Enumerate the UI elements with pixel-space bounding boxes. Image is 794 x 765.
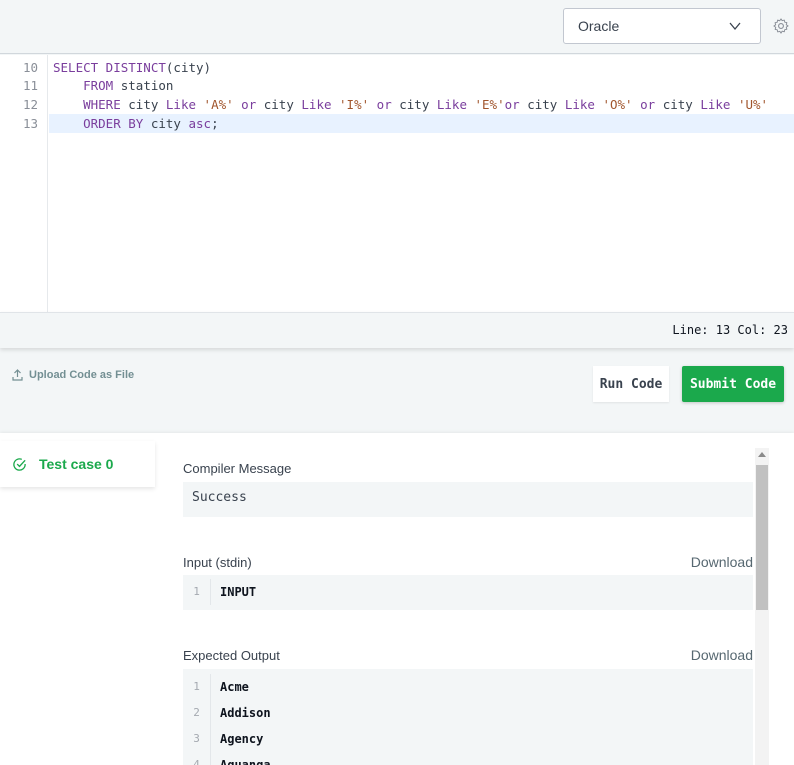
- code-token: Like: [700, 97, 731, 112]
- expected-output-label: Expected Output: [183, 648, 280, 663]
- row-number: 2: [183, 700, 211, 726]
- code-token: FROM: [83, 78, 114, 93]
- code-token: station: [113, 78, 174, 93]
- upload-code-link[interactable]: Upload Code as File: [12, 369, 134, 381]
- line-number: 12: [22, 97, 38, 112]
- results-panel: Test case 0 Compiler Message Success Inp…: [0, 433, 794, 765]
- download-input-link[interactable]: Download: [691, 554, 753, 570]
- code-token: ORDER BY: [83, 116, 144, 131]
- code-token: 'A%': [196, 97, 234, 112]
- list-item: 1 Acme: [183, 674, 753, 700]
- editor-toolbar: Oracle: [0, 0, 794, 54]
- gear-icon[interactable]: [772, 17, 790, 35]
- code-token: (city): [165, 60, 212, 75]
- submit-code-button[interactable]: Submit Code: [682, 366, 784, 402]
- list-item: 4 Aguanga: [183, 752, 753, 765]
- code-token: Like: [165, 97, 197, 112]
- code-editor[interactable]: 10 11 12 13 SELECT DISTINCT(city) FROM s…: [0, 55, 794, 312]
- test-case-label: Test case 0: [39, 456, 114, 472]
- compiler-message-label: Compiler Message: [183, 461, 292, 476]
- upload-icon: [12, 369, 23, 381]
- code-line-10[interactable]: SELECT DISTINCT(city): [53, 58, 211, 77]
- line-number-gutter: 10 11 12 13: [0, 55, 48, 312]
- test-case-tab[interactable]: Test case 0: [0, 441, 155, 487]
- code-token: or: [632, 97, 656, 112]
- run-code-button[interactable]: Run Code: [593, 366, 669, 402]
- code-token: city: [655, 97, 701, 112]
- code-token: Like: [301, 97, 332, 112]
- scrollbar-thumb[interactable]: [756, 465, 768, 610]
- list-item: 3 Agency: [183, 726, 753, 752]
- row-number: 4: [183, 752, 211, 765]
- list-item: 1 INPUT: [183, 579, 753, 605]
- code-token: asc: [188, 116, 212, 131]
- code-token: ;: [211, 116, 219, 131]
- editor-status-bar: Line: 13 Col: 23: [0, 312, 794, 348]
- row-value: Addison: [220, 706, 271, 720]
- code-token: city: [143, 116, 189, 131]
- code-token: 'I%': [331, 97, 370, 112]
- language-select[interactable]: Oracle: [563, 8, 761, 44]
- line-number: 13: [22, 116, 38, 131]
- row-value: Acme: [220, 680, 249, 694]
- code-token: city: [391, 97, 437, 112]
- code-line-11[interactable]: FROM station: [53, 76, 173, 95]
- code-token: Like: [436, 97, 467, 112]
- code-token: city: [256, 97, 302, 112]
- row-number: 3: [183, 726, 211, 752]
- input-label: Input (stdin): [183, 555, 252, 570]
- code-token: Like: [564, 97, 595, 112]
- code-token: SELECT DISTINCT: [53, 60, 166, 75]
- code-token: WHERE: [83, 97, 121, 112]
- expected-output-box: 1 Acme 2 Addison 3 Agency 4 Aguanga: [183, 669, 753, 765]
- upload-code-label: Upload Code as File: [29, 369, 135, 381]
- check-circle-icon: [13, 457, 26, 471]
- compiler-message: Success: [192, 490, 247, 505]
- code-line-12[interactable]: WHERE city Like 'A%' or city Like 'I%' o…: [53, 95, 768, 114]
- line-number: 11: [22, 78, 38, 93]
- download-expected-link[interactable]: Download: [691, 647, 753, 663]
- code-token: 'E%': [466, 97, 505, 112]
- row-number: 1: [183, 674, 211, 700]
- row-value: Aguanga: [220, 758, 271, 765]
- results-scrollbar[interactable]: [755, 448, 769, 765]
- row-value: INPUT: [220, 585, 257, 599]
- scroll-up-icon[interactable]: [758, 452, 766, 457]
- code-token: city: [519, 97, 565, 112]
- code-token: 'O%': [594, 97, 633, 112]
- code-token: or: [504, 97, 520, 112]
- code-token: city: [120, 97, 166, 112]
- chevron-down-icon: [729, 22, 741, 31]
- language-select-value: Oracle: [578, 18, 620, 34]
- code-token: or: [369, 97, 392, 112]
- row-number: 1: [183, 579, 211, 605]
- input-box: 1 INPUT: [183, 575, 753, 610]
- code-token: or: [233, 97, 257, 112]
- row-value: Agency: [220, 732, 264, 746]
- line-number: 10: [22, 60, 38, 75]
- cursor-position: Line: 13 Col: 23: [672, 323, 788, 337]
- list-item: 2 Addison: [183, 700, 753, 726]
- code-line-13[interactable]: ORDER BY city asc;: [53, 114, 219, 133]
- code-token: 'U%': [730, 97, 769, 112]
- compiler-message-box: Success: [183, 482, 753, 517]
